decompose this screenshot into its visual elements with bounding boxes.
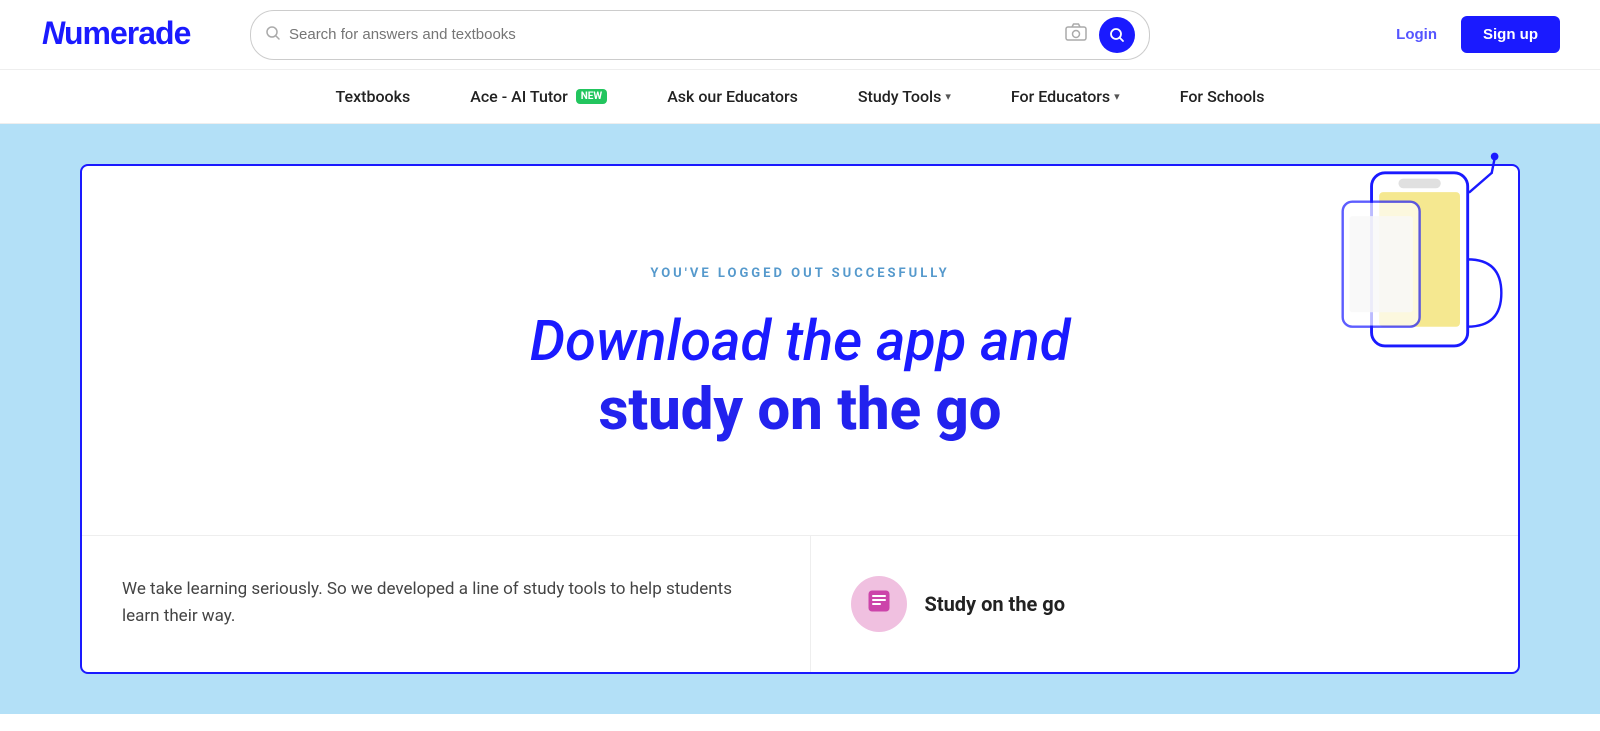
new-badge: NEW [576, 89, 607, 104]
svg-text:umerade: umerade [64, 15, 191, 51]
search-bar [250, 10, 1150, 60]
header: N umerade Login Sign up [0, 0, 1600, 70]
nav-item-textbooks[interactable]: Textbooks [336, 87, 411, 106]
description-area: We take learning seriously. So we develo… [82, 536, 811, 672]
main-nav: Textbooks Ace - AI Tutor NEW Ask our Edu… [0, 70, 1600, 124]
search-input[interactable] [289, 26, 1057, 43]
description-text: We take learning seriously. So we develo… [122, 576, 750, 630]
nav-item-ask-educators[interactable]: Ask our Educators [667, 87, 798, 106]
search-button[interactable] [1099, 17, 1135, 53]
logo-text: N umerade [40, 11, 210, 58]
camera-icon[interactable] [1065, 23, 1087, 46]
nav-item-for-schools[interactable]: For Schools [1180, 87, 1265, 106]
signup-button[interactable]: Sign up [1461, 16, 1560, 53]
study-icon [851, 576, 907, 632]
header-actions: Login Sign up [1384, 16, 1560, 53]
study-on-go-area: Study on the go [811, 536, 1519, 672]
logo-svg: N umerade [40, 11, 210, 51]
nav-item-ace-ai[interactable]: Ace - AI Tutor NEW [470, 87, 607, 106]
phone-illustration [1310, 144, 1510, 394]
book-icon [865, 587, 893, 622]
logout-message: YOU'VE LOGGED OUT SUCCESFULLY [650, 266, 949, 281]
main-content-box: YOU'VE LOGGED OUT SUCCESFULLY Download t… [80, 164, 1520, 674]
nav-item-for-educators[interactable]: For Educators ▾ [1011, 87, 1120, 106]
chevron-down-icon: ▾ [945, 90, 951, 103]
heading-line2: study on the go [599, 377, 1002, 444]
search-icon [265, 25, 281, 45]
svg-text:N: N [42, 15, 66, 51]
logo[interactable]: N umerade [40, 11, 210, 58]
study-on-go-label: Study on the go [925, 592, 1066, 616]
nav-item-study-tools[interactable]: Study Tools ▾ [858, 87, 951, 106]
bottom-content-area: We take learning seriously. So we develo… [82, 535, 1518, 672]
login-button[interactable]: Login [1384, 18, 1449, 51]
heading-line1: Download the app and [530, 309, 1071, 373]
hero-section: YOU'VE LOGGED OUT SUCCESFULLY Download t… [0, 124, 1600, 714]
chevron-down-icon-2: ▾ [1114, 90, 1120, 103]
